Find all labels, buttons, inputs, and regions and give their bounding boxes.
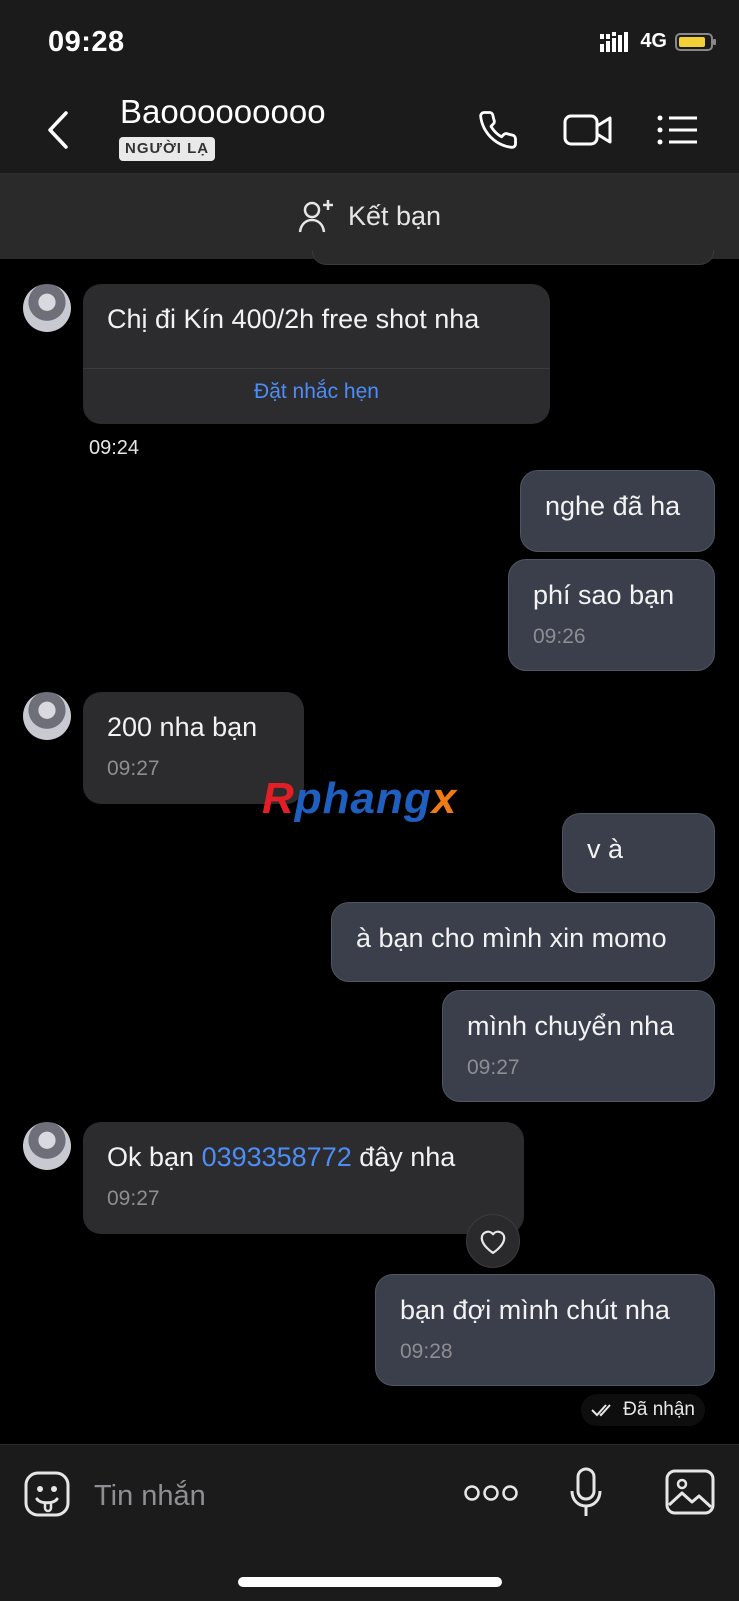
add-friend-label: Kết bạn [347,200,442,231]
message-text: phí sao bạn [533,580,675,610]
voice-call-button[interactable] [474,106,522,154]
watermark-logo: Rphangx [262,774,458,823]
previous-message-edge [312,250,714,265]
react-button[interactable] [466,1214,520,1268]
message-time: 09:27 [107,1187,160,1210]
avatar[interactable] [23,1122,71,1170]
message-bubble-outgoing[interactable]: nghe đã ha [520,470,715,552]
message-bubble-incoming[interactable]: Chị đi Kín 400/2h free shot nha Đặt nhắc… [83,284,550,424]
message-time: 09:26 [533,625,586,648]
double-check-icon [591,1404,611,1417]
message-text: Ok bạn 0393358772 đây nha [107,1142,500,1173]
message-text: bạn đợi mình chút nha [400,1295,670,1325]
message-text-part: Ok bạn [107,1142,202,1172]
message-text-part: đây nha [351,1142,456,1172]
message-time: 09:27 [467,1056,520,1079]
list-menu-icon [657,115,697,145]
message-text: v à [587,834,624,864]
read-status: Đã nhận [581,1394,705,1426]
phone-icon [479,111,517,149]
message-text: Chị đi Kín 400/2h free shot nha [107,304,480,334]
network-type: 4G [640,30,667,52]
add-friend-icon [298,200,333,233]
message-text: 200 nha bạn [107,712,258,742]
message-bubble-incoming[interactable]: Ok bạn 0393358772 đây nha 09:27 [83,1122,524,1234]
status-icons: 4G [600,30,716,53]
more-dots-icon [464,1485,518,1501]
message-text: mình chuyển nha [467,1011,675,1041]
image-icon [665,1469,715,1515]
video-call-button[interactable] [562,106,614,154]
photo-button[interactable] [664,1467,716,1517]
divider [83,368,550,369]
back-button[interactable] [38,106,78,154]
sticker-button[interactable] [22,1469,72,1519]
smiley-icon [24,1471,70,1517]
message-bubble-outgoing[interactable]: phí sao bạn 09:26 [508,559,715,671]
chevron-left-icon [48,111,68,149]
add-friend-bar[interactable]: Kết bạn [0,173,739,259]
conversation-title[interactable]: Baooooooooo [120,93,326,131]
message-bubble-outgoing[interactable]: mình chuyển nha 09:27 [442,990,715,1102]
message-bubble-outgoing[interactable]: v à [562,813,715,893]
top-bar: 09:28 4G Baooooooooo NGƯỜI LẠ [0,0,739,173]
message-bubble-outgoing[interactable]: à bạn cho mình xin momo [331,902,715,982]
phone-number-link[interactable]: 0393358772 [202,1142,352,1172]
message-text: nghe đã ha [545,491,681,521]
message-text: à bạn cho mình xin momo [356,923,667,953]
status-time: 09:28 [48,26,125,58]
stranger-badge: NGƯỜI LẠ [119,137,216,161]
message-bubble-outgoing[interactable]: bạn đợi mình chút nha 09:28 [375,1274,715,1386]
message-input[interactable]: Tin nhắn [94,1480,206,1513]
message-time: 09:27 [107,757,160,780]
message-time: 09:24 [89,437,140,459]
avatar[interactable] [23,284,71,332]
home-indicator [238,1577,502,1587]
heart-icon [480,1230,506,1254]
signal-icon [600,31,629,52]
set-reminder-link[interactable]: Đặt nhắc hẹn [83,380,550,404]
more-options-button[interactable] [462,1473,520,1513]
battery-icon [675,32,716,51]
message-time: 09:28 [400,1340,453,1363]
avatar[interactable] [23,692,71,740]
microphone-icon [570,1467,602,1516]
video-camera-icon [563,114,612,146]
read-status-label: Đã nhận [623,1399,695,1420]
conversation-menu-button[interactable] [654,106,702,154]
voice-message-button[interactable] [566,1467,606,1519]
